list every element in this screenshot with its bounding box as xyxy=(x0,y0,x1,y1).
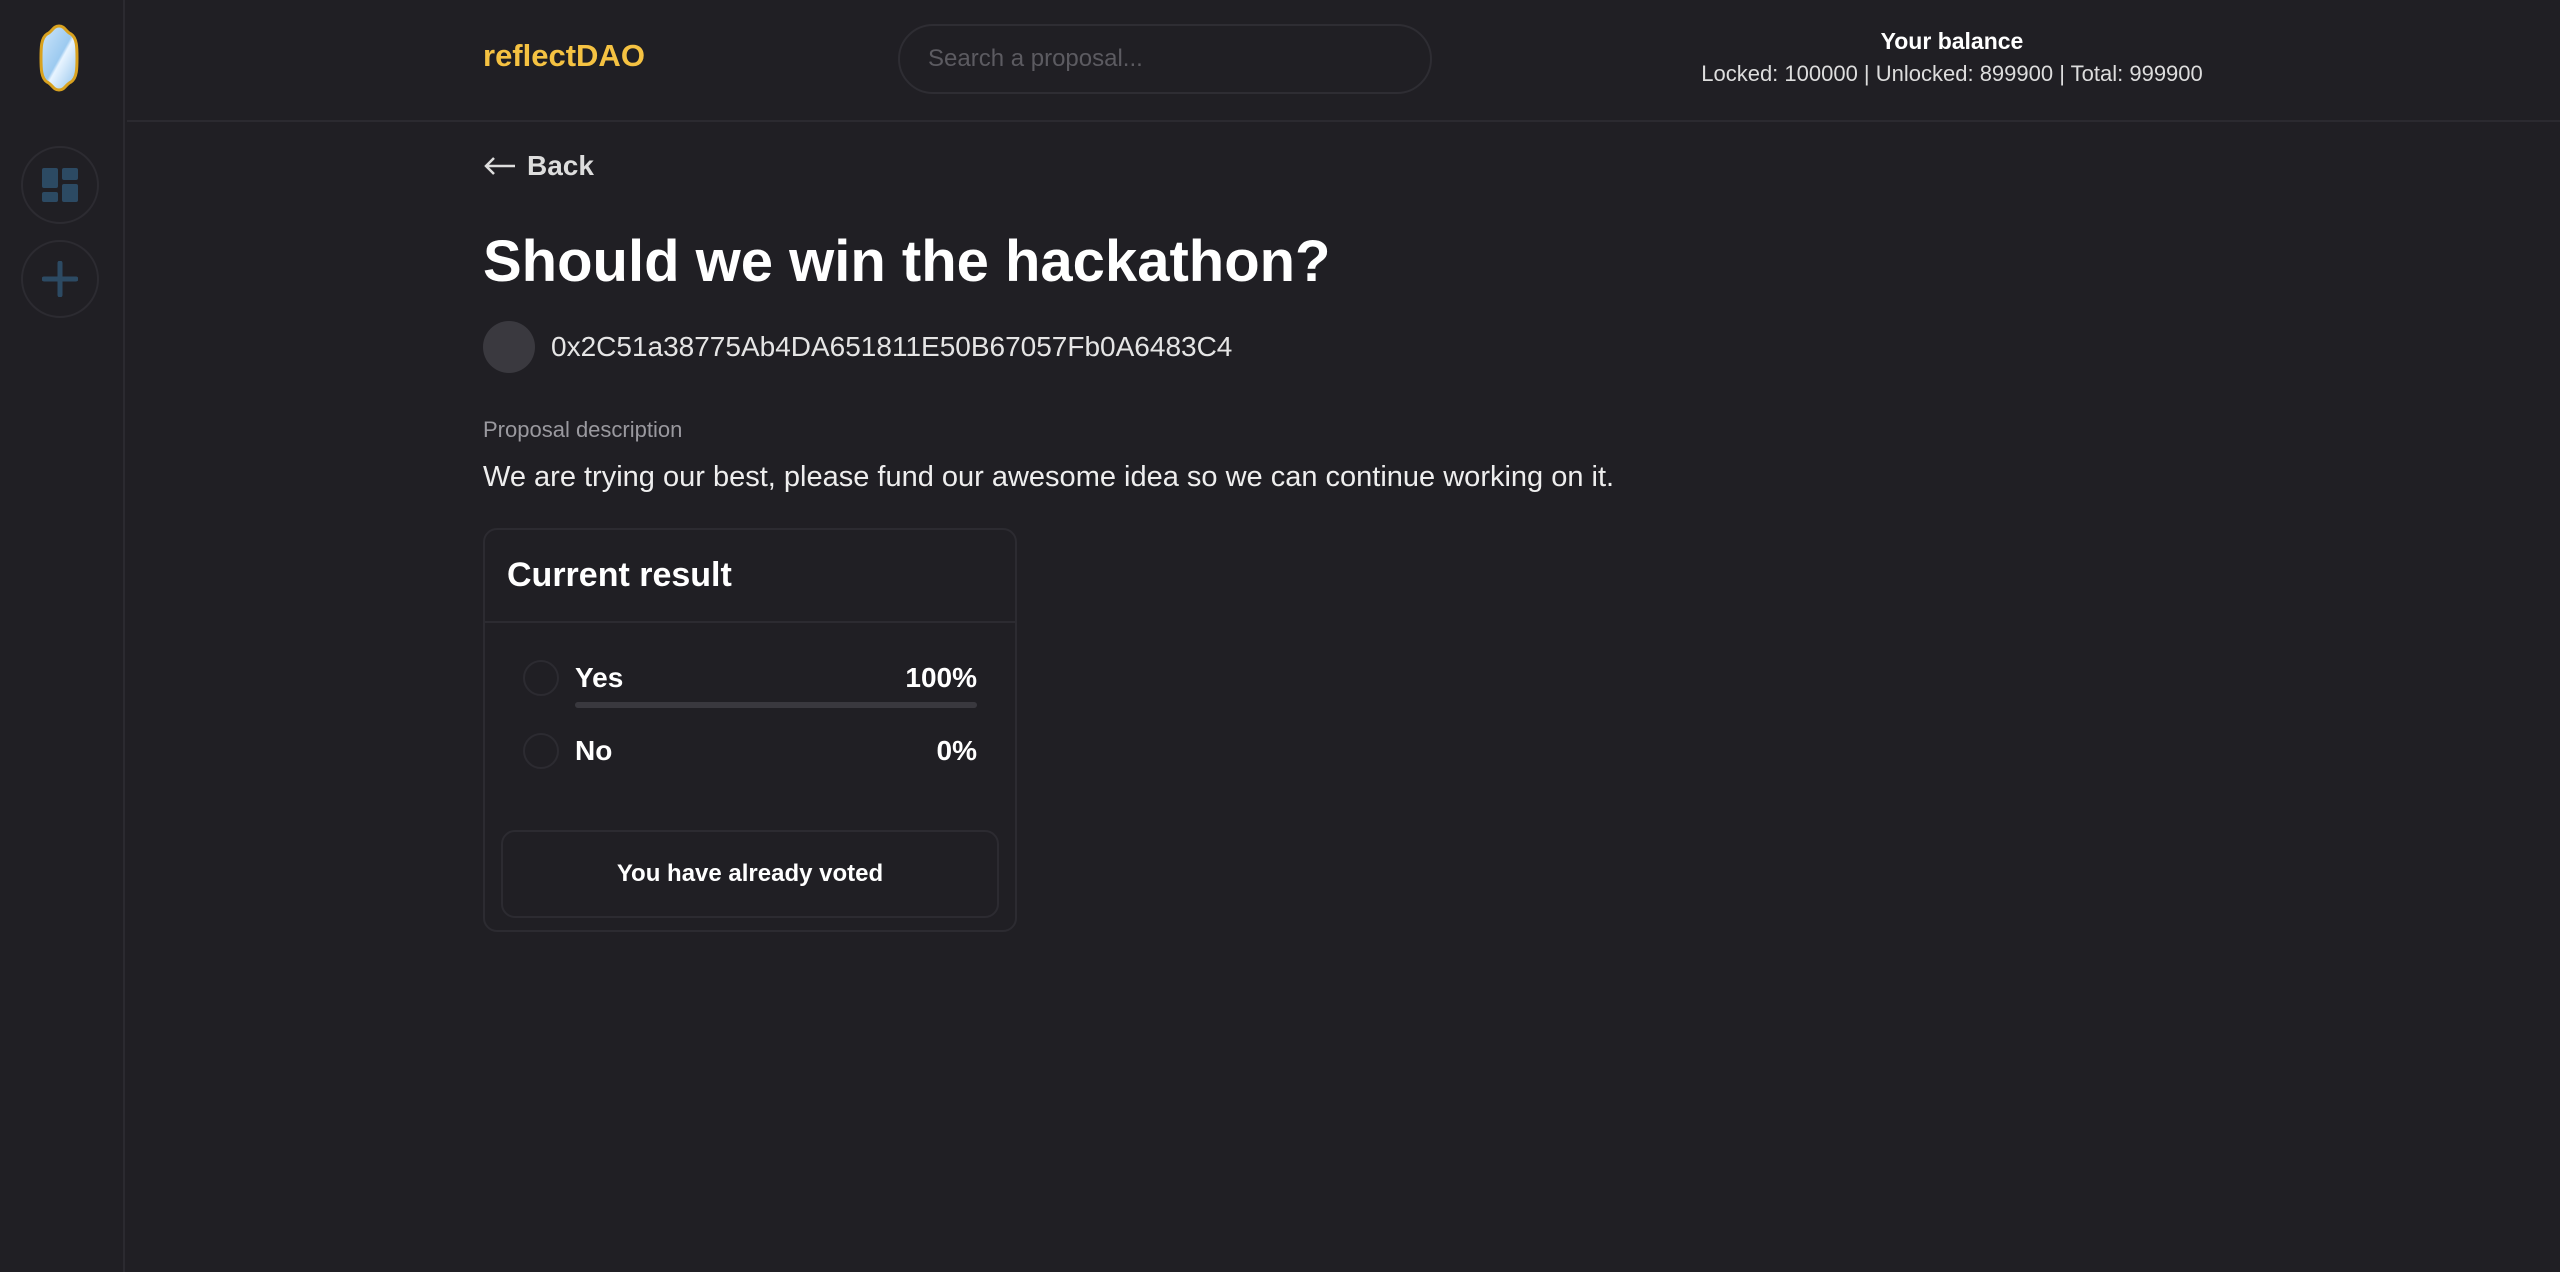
header: reflectDAO Your balance Locked: 100000 |… xyxy=(127,0,2560,122)
back-label: Back xyxy=(527,150,594,181)
create-proposal-button[interactable] xyxy=(21,240,99,318)
balance-panel: Your balance Locked: 100000 | Unlocked: … xyxy=(1677,28,2227,87)
author-address: 0x2C51a38775Ab4DA651811E50B67057Fb0A6483… xyxy=(551,331,1233,362)
dashboard-icon xyxy=(42,168,78,202)
option-yes[interactable]: Yes 100% xyxy=(523,660,977,696)
mirror-logo-icon[interactable] xyxy=(38,24,80,92)
option-percent: 100% xyxy=(905,662,977,693)
description-label: Proposal description xyxy=(483,417,683,442)
search-input[interactable] xyxy=(898,24,1432,94)
yes-progress-fill xyxy=(575,702,977,708)
yes-progress-bar xyxy=(575,702,977,708)
already-voted-button[interactable]: You have already voted xyxy=(501,830,999,918)
dashboard-button[interactable] xyxy=(21,146,99,224)
balance-values: Locked: 100000 | Unlocked: 899900 | Tota… xyxy=(1701,61,2203,86)
avatar xyxy=(483,321,535,373)
description-text: We are trying our best, please fund our … xyxy=(483,461,1615,493)
proposal-detail: Back Should we win the hackathon? 0x2C51… xyxy=(483,150,1614,932)
page-title: Should we win the hackathon? xyxy=(483,229,1331,294)
option-label: No xyxy=(575,735,613,766)
author: 0x2C51a38775Ab4DA651811E50B67057Fb0A6483… xyxy=(483,321,1614,373)
plus-icon xyxy=(42,261,78,297)
result-card: Current result Yes 100% No 0% You have a… xyxy=(483,528,1017,932)
radio-no[interactable] xyxy=(523,733,559,769)
option-no[interactable]: No 0% xyxy=(523,733,977,769)
arrow-left-icon xyxy=(484,157,515,175)
option-label: Yes xyxy=(575,662,624,693)
result-title: Current result xyxy=(485,530,1015,623)
balance-title: Your balance xyxy=(1880,28,2024,54)
brand-title[interactable]: reflectDAO xyxy=(483,38,645,74)
option-percent: 0% xyxy=(936,735,977,766)
radio-yes[interactable] xyxy=(523,660,559,696)
sidebar xyxy=(0,0,125,1272)
back-button[interactable]: Back xyxy=(483,150,1614,182)
